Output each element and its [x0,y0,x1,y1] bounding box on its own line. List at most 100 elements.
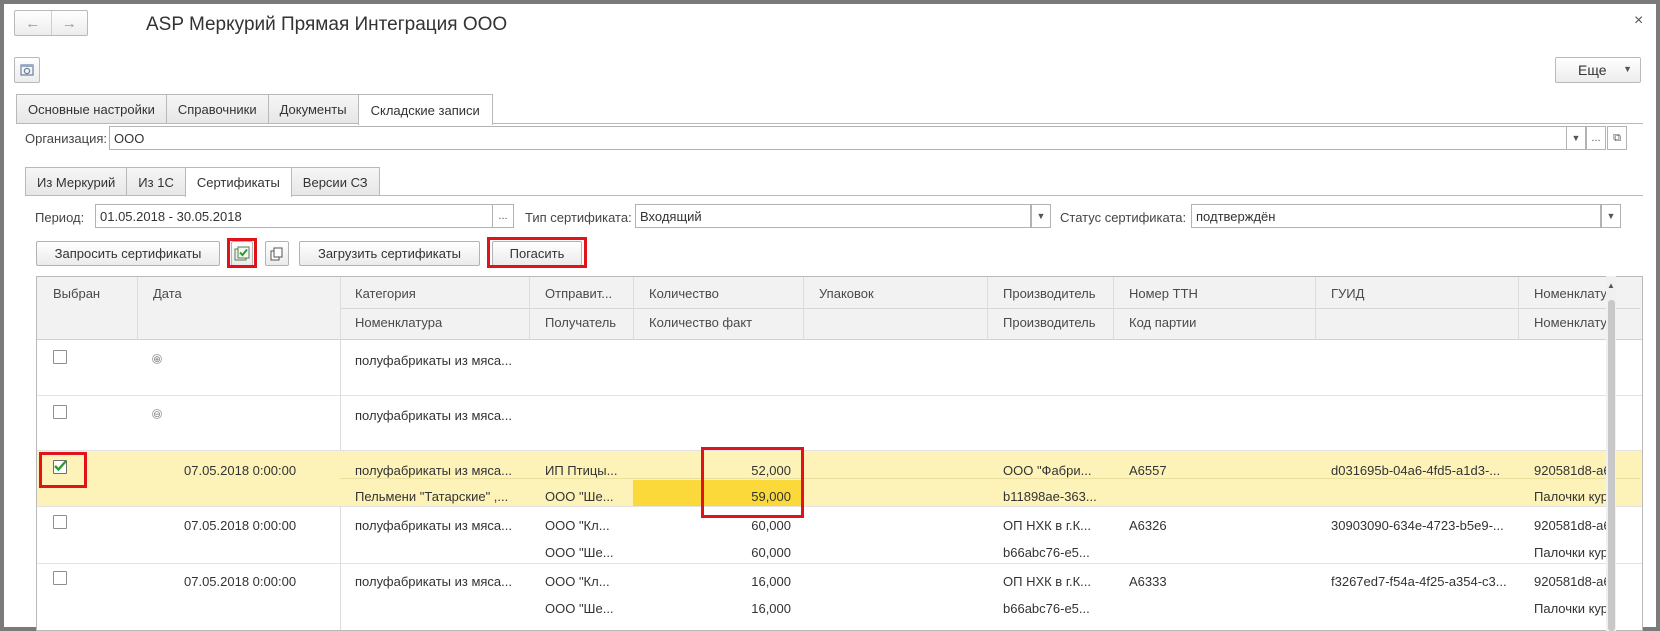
tab-documents[interactable]: Документы [267,94,359,124]
tab-warehouse-versions[interactable]: Версии СЗ [290,167,380,196]
row-receiver: ООО "Ше... [545,489,614,504]
chevron-down-icon: ▼ [1571,133,1581,143]
row-checkbox[interactable] [53,571,67,585]
annotation-highlight [701,447,804,518]
chevron-down-icon: ▼ [1623,64,1632,74]
header-batch-code[interactable]: Код партии [1129,315,1196,330]
arrow-right-icon: → [61,14,77,32]
header-quantity[interactable]: Количество [649,286,719,301]
settings-button[interactable] [14,57,40,83]
header-guid[interactable]: ГУИД [1331,286,1364,301]
expand-icon[interactable]: ⊕ [152,354,162,364]
org-input[interactable]: ООО [109,126,1587,150]
col-separator [1113,277,1114,340]
tab-certificates[interactable]: Сертификаты [184,167,292,197]
row-ttn: А6326 [1129,518,1167,533]
group-category: полуфабрикаты из мяса... [355,408,512,423]
request-certificates-button[interactable]: Запросить сертификаты [36,241,220,266]
row-sender: ООО "Кл... [545,574,610,589]
copy-button[interactable] [265,241,289,266]
more-button[interactable]: Еще ▼ [1555,57,1641,83]
col-separator [633,277,634,340]
header-category[interactable]: Категория [355,286,416,301]
chevron-down-icon: ▼ [1036,211,1046,221]
more-label: Еще [1578,62,1607,78]
row-quantity: 16,000 [751,574,791,589]
row-divider [37,395,1642,396]
col-separator [1518,277,1519,340]
header-producer[interactable]: Производитель [1003,286,1096,301]
header-receiver[interactable]: Получатель [545,315,616,330]
window-title: ASP Меркурий Прямая Интеграция ООО [146,14,508,35]
tab-references[interactable]: Справочники [165,94,269,124]
header-sender[interactable]: Отправит... [545,286,612,301]
header-date[interactable]: Дата [153,286,182,301]
load-certificates-button[interactable]: Загрузить сертификаты [299,241,480,266]
annotation-highlight [227,238,257,268]
open-link-icon: ⧉ [1613,131,1621,144]
period-input[interactable]: 01.05.2018 - 30.05.2018 [95,204,495,228]
header-packages[interactable]: Упаковок [819,286,874,301]
row-producer-id: b66abc76-e5... [1003,545,1090,560]
row-producer-id: b11898ae-363... [1003,489,1097,504]
period-label: Период: [35,210,85,225]
col-separator [137,277,138,340]
row-receiver: ООО "Ше... [545,545,614,560]
header-quantity-fact[interactable]: Количество факт [649,315,752,330]
cert-status-label: Статус сертификата: [1060,210,1187,225]
period-select-button[interactable]: ... [492,204,514,228]
row-checkbox[interactable] [53,350,67,364]
row-ttn: А6557 [1129,463,1167,478]
col-separator [987,277,988,340]
col-separator [1315,277,1316,340]
header-nomenclature-right-2[interactable]: Номенклатур [1534,315,1614,330]
row-date: 07.05.2018 0:00:00 [184,574,297,589]
tab-from-1c[interactable]: Из 1С [126,167,186,196]
cert-status-select[interactable]: подтверждён [1191,204,1601,228]
header-selected[interactable]: Выбран [53,286,100,301]
scroll-up-icon[interactable]: ▲ [1607,281,1615,290]
cert-type-dropdown[interactable]: ▼ [1031,204,1051,228]
records-tabs: Из Меркурий Из 1С Сертификаты Версии СЗ [25,167,380,197]
collapse-icon[interactable]: ⊖ [152,409,162,419]
col-separator [529,277,530,340]
certificates-table: Выбран Дата Категория Номенклатура Отпра… [36,276,1643,631]
header-ttn[interactable]: Номер ТТН [1129,286,1198,301]
header-divider [340,308,1640,309]
main-tabs: Основные настройки Справочники Документы… [16,94,493,125]
row-inner-divider [340,478,1640,479]
tab-from-mercury[interactable]: Из Меркурий [25,167,128,196]
row-divider [37,563,1642,564]
row-receiver: ООО "Ше... [545,601,614,616]
header-nomenclature-right[interactable]: Номенклатур [1534,286,1614,301]
scrollbar-thumb[interactable] [1608,300,1615,631]
tab-main-settings[interactable]: Основные настройки [16,94,167,124]
row-checkbox[interactable] [53,515,67,529]
row-producer: ОП НХК в г.К... [1003,518,1092,533]
history-nav: ← → [14,10,88,36]
back-button[interactable]: ← [15,11,51,35]
org-select-button[interactable]: ... [1586,126,1606,150]
tab-warehouse-records[interactable]: Складские записи [357,94,493,125]
table-header: Выбран Дата Категория Номенклатура Отпра… [37,277,1642,340]
org-label: Организация: [25,131,108,146]
row-category: полуфабрикаты из мяса... [355,463,512,478]
close-icon[interactable]: × [1634,12,1643,30]
row-guid: d031695b-04a6-4fd5-a1d3-... [1331,463,1501,478]
cert-status-dropdown[interactable]: ▼ [1601,204,1621,228]
row-checkbox[interactable] [53,405,67,419]
org-open-button[interactable]: ⧉ [1607,126,1627,150]
row-quantity: 60,000 [751,518,791,533]
row-nomenclature: Пельмени "Татарские" ,... [355,489,509,504]
row-quantity-fact: 16,000 [751,601,791,616]
cert-type-select[interactable]: Входящий [635,204,1031,228]
ellipsis-icon: ... [1591,132,1601,144]
gear-icon [20,64,34,76]
header-producer-2[interactable]: Производитель [1003,315,1096,330]
annotation-highlight [487,237,587,268]
header-nomenclature[interactable]: Номенклатура [355,315,442,330]
row-ttn: А6333 [1129,574,1167,589]
copy-icon [270,247,283,260]
org-dropdown-button[interactable]: ▼ [1566,126,1586,150]
forward-button[interactable]: → [50,11,88,35]
